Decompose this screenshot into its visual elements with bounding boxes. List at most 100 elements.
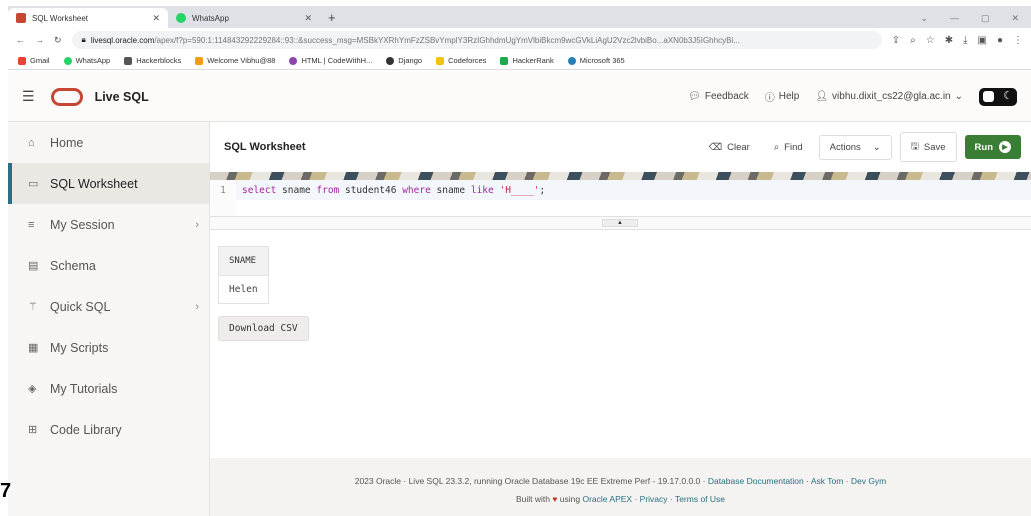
home-icon: ⌂ [28,136,35,149]
new-tab-button[interactable]: + [328,8,336,28]
sidepanel-icon[interactable]: ▣ [978,35,987,46]
chevron-right-icon: › [195,218,199,231]
results-table: SNAME Helen [218,246,269,304]
script-icon: ▦ [28,342,39,354]
bookmark-hackerrank[interactable]: HackerRank [500,56,554,65]
zoom-icon[interactable]: ⌕ [910,35,916,46]
bookmark-welcome[interactable]: Welcome Vibhu@88 [195,56,275,65]
find-button[interactable]: ⌕ Find [766,137,811,158]
tab-sql-worksheet[interactable]: SQL Worksheet ✕ [8,8,168,28]
sidebar-item-quick-sql[interactable]: ⚚ Quick SQL › [8,286,209,327]
forward-icon[interactable]: → [35,35,44,45]
close-icon[interactable]: ✕ [304,13,312,24]
feedback-button[interactable]: 💬︎ Feedback [688,91,749,102]
play-icon: ▶ [999,141,1011,153]
heart-icon: ♥ [552,494,558,504]
column-header[interactable]: SNAME [218,246,269,276]
download-icon[interactable]: ⤓ [963,35,967,46]
bookmark-gmail[interactable]: Gmail [18,56,50,65]
actions-dropdown[interactable]: Actions ⌄ [818,134,892,160]
pane-splitter[interactable]: ▲ [210,216,1031,230]
worksheet-panel: SQL Worksheet ⌫ Clear ⌕ Find Actions ⌄ 🖫︎ Sa… [210,122,1031,516]
bookmarks-bar: Gmail WhatsApp Hackerblocks Welcome Vibh… [8,52,1031,70]
star-icon[interactable]: ☆ [926,35,935,46]
worksheet-actions: ⌫ Clear ⌕ Find Actions ⌄ 🖫︎ Save Run ▶ [701,132,1021,162]
menu-icon[interactable]: ⋮ [1013,35,1023,46]
oracle-favicon-icon [16,13,26,23]
run-button[interactable]: Run ▶ [964,135,1021,159]
results-pane: SNAME Helen Download CSV [210,230,1031,357]
chevron-down-icon[interactable]: ⌄ [920,13,928,24]
page-title: SQL Worksheet [224,141,306,153]
footer-line-1: 2023 Oracle · Live SQL 23.3.2, running O… [354,476,887,486]
sql-editor[interactable]: 1 select sname from student46 where snam… [210,180,1031,216]
maximize-icon[interactable]: ▢ [981,13,990,24]
tab-whatsapp[interactable]: WhatsApp ✕ [168,8,320,28]
browser-tab-bar: SQL Worksheet ✕ WhatsApp ✕ + ⌄ — ▢ ✕ [8,6,1031,28]
tab-label: SQL Worksheet [32,13,89,23]
address-toolbar: ← → ↻ 🔒︎ livesql.oracle.com/apex/f?p=590… [8,28,1031,52]
privacy-link[interactable]: Privacy [640,494,668,504]
bookmark-html[interactable]: HTML | CodeWithH... [289,56,372,65]
bookmark-microsoft[interactable]: Microsoft 365 [567,56,625,65]
sidebar-item-sql-worksheet[interactable]: ▭ SQL Worksheet [8,163,209,204]
help-button[interactable]: ⓘ Help [765,89,800,104]
clear-button[interactable]: ⌫ Clear [701,137,758,158]
app-name: Live SQL [94,89,149,104]
share-icon[interactable]: ⇪ [892,35,900,46]
dark-mode-toggle[interactable]: ☾ [979,87,1017,106]
bookmark-codeforces[interactable]: Codeforces [436,56,486,65]
schema-icon: ▤ [28,260,39,272]
hamburger-menu-icon[interactable]: ☰ [22,88,35,105]
ask-tom-link[interactable]: Ask Tom [811,476,843,486]
bookmark-hackerblocks[interactable]: Hackerblocks [124,56,181,65]
list-icon: ≡ [28,218,35,231]
url-bar[interactable]: 🔒︎ livesql.oracle.com/apex/f?p=590:1:114… [71,31,882,49]
dev-gym-link[interactable]: Dev Gym [851,476,886,486]
save-icon: 🖫︎ [910,141,919,152]
footer-line-2: Built with ♥ using Oracle APEX · Privacy… [515,494,726,504]
chevron-right-icon: › [195,300,199,313]
moon-icon: ☾ [1003,89,1013,102]
sidebar-item-my-tutorials[interactable]: ◈ My Tutorials [8,368,209,409]
table-row: Helen [218,275,269,304]
sidebar-item-home[interactable]: ⌂ Home [8,122,209,163]
app-header: ☰ Live SQL 💬︎ Feedback ⓘ Help 👤︎ vibhu.dixi… [8,72,1031,122]
user-icon: 👤︎ [815,91,829,102]
user-menu[interactable]: 👤︎ vibhu.dixit_cs22@gla.ac.in ⌄ [815,91,963,102]
help-icon: ⓘ [764,93,775,104]
sidebar-item-code-library[interactable]: ⊞ Code Library [8,409,209,450]
wand-icon: ⚚ [28,301,38,313]
screen: SQL Worksheet ✕ WhatsApp ✕ + ⌄ — ▢ ✕ ← →… [0,0,1031,516]
tab-label: WhatsApp [192,13,229,23]
sidebar: ⌂ Home ▭ SQL Worksheet ≡ My Session › ▤ Schem… [8,122,210,516]
close-icon[interactable]: ✕ [152,13,160,24]
django-icon [386,56,395,65]
minimize-icon[interactable]: — [950,13,959,23]
codeforces-icon [436,56,445,65]
library-icon: ⊞ [28,424,38,436]
whatsapp-favicon-icon [176,13,186,23]
oracle-apex-link[interactable]: Oracle APEX [582,494,632,504]
sidebar-item-my-session[interactable]: ≡ My Session › [8,204,209,245]
sidebar-item-schema[interactable]: ▤ Schema [8,245,209,286]
back-icon[interactable]: ← [16,35,25,45]
download-csv-button[interactable]: Download CSV [218,316,309,341]
terms-link[interactable]: Terms of Use [675,494,725,504]
find-icon: ⌕ [773,141,780,153]
drag-handle-icon[interactable]: ▲ [602,219,638,227]
database-documentation-link[interactable]: Database Documentation [708,476,804,486]
close-window-icon[interactable]: ✕ [1011,13,1019,24]
code-line[interactable]: select sname from student46 where sname … [236,180,1031,200]
sidebar-item-my-scripts[interactable]: ▦ My Scripts [8,327,209,368]
footer: 2023 Oracle · Live SQL 23.3.2, running O… [210,458,1031,516]
chat-icon: 💬︎ [688,91,701,102]
reload-icon[interactable]: ↻ [54,35,62,46]
extensions-icon[interactable]: ✱ [945,35,953,46]
save-button[interactable]: 🖫︎ Save [899,132,957,162]
tutorial-icon: ◈ [28,383,37,395]
profile-icon[interactable]: ● [997,35,1003,46]
whatsapp-icon [63,56,72,65]
bookmark-whatsapp[interactable]: WhatsApp [63,56,110,65]
bookmark-django[interactable]: Django [386,56,422,65]
